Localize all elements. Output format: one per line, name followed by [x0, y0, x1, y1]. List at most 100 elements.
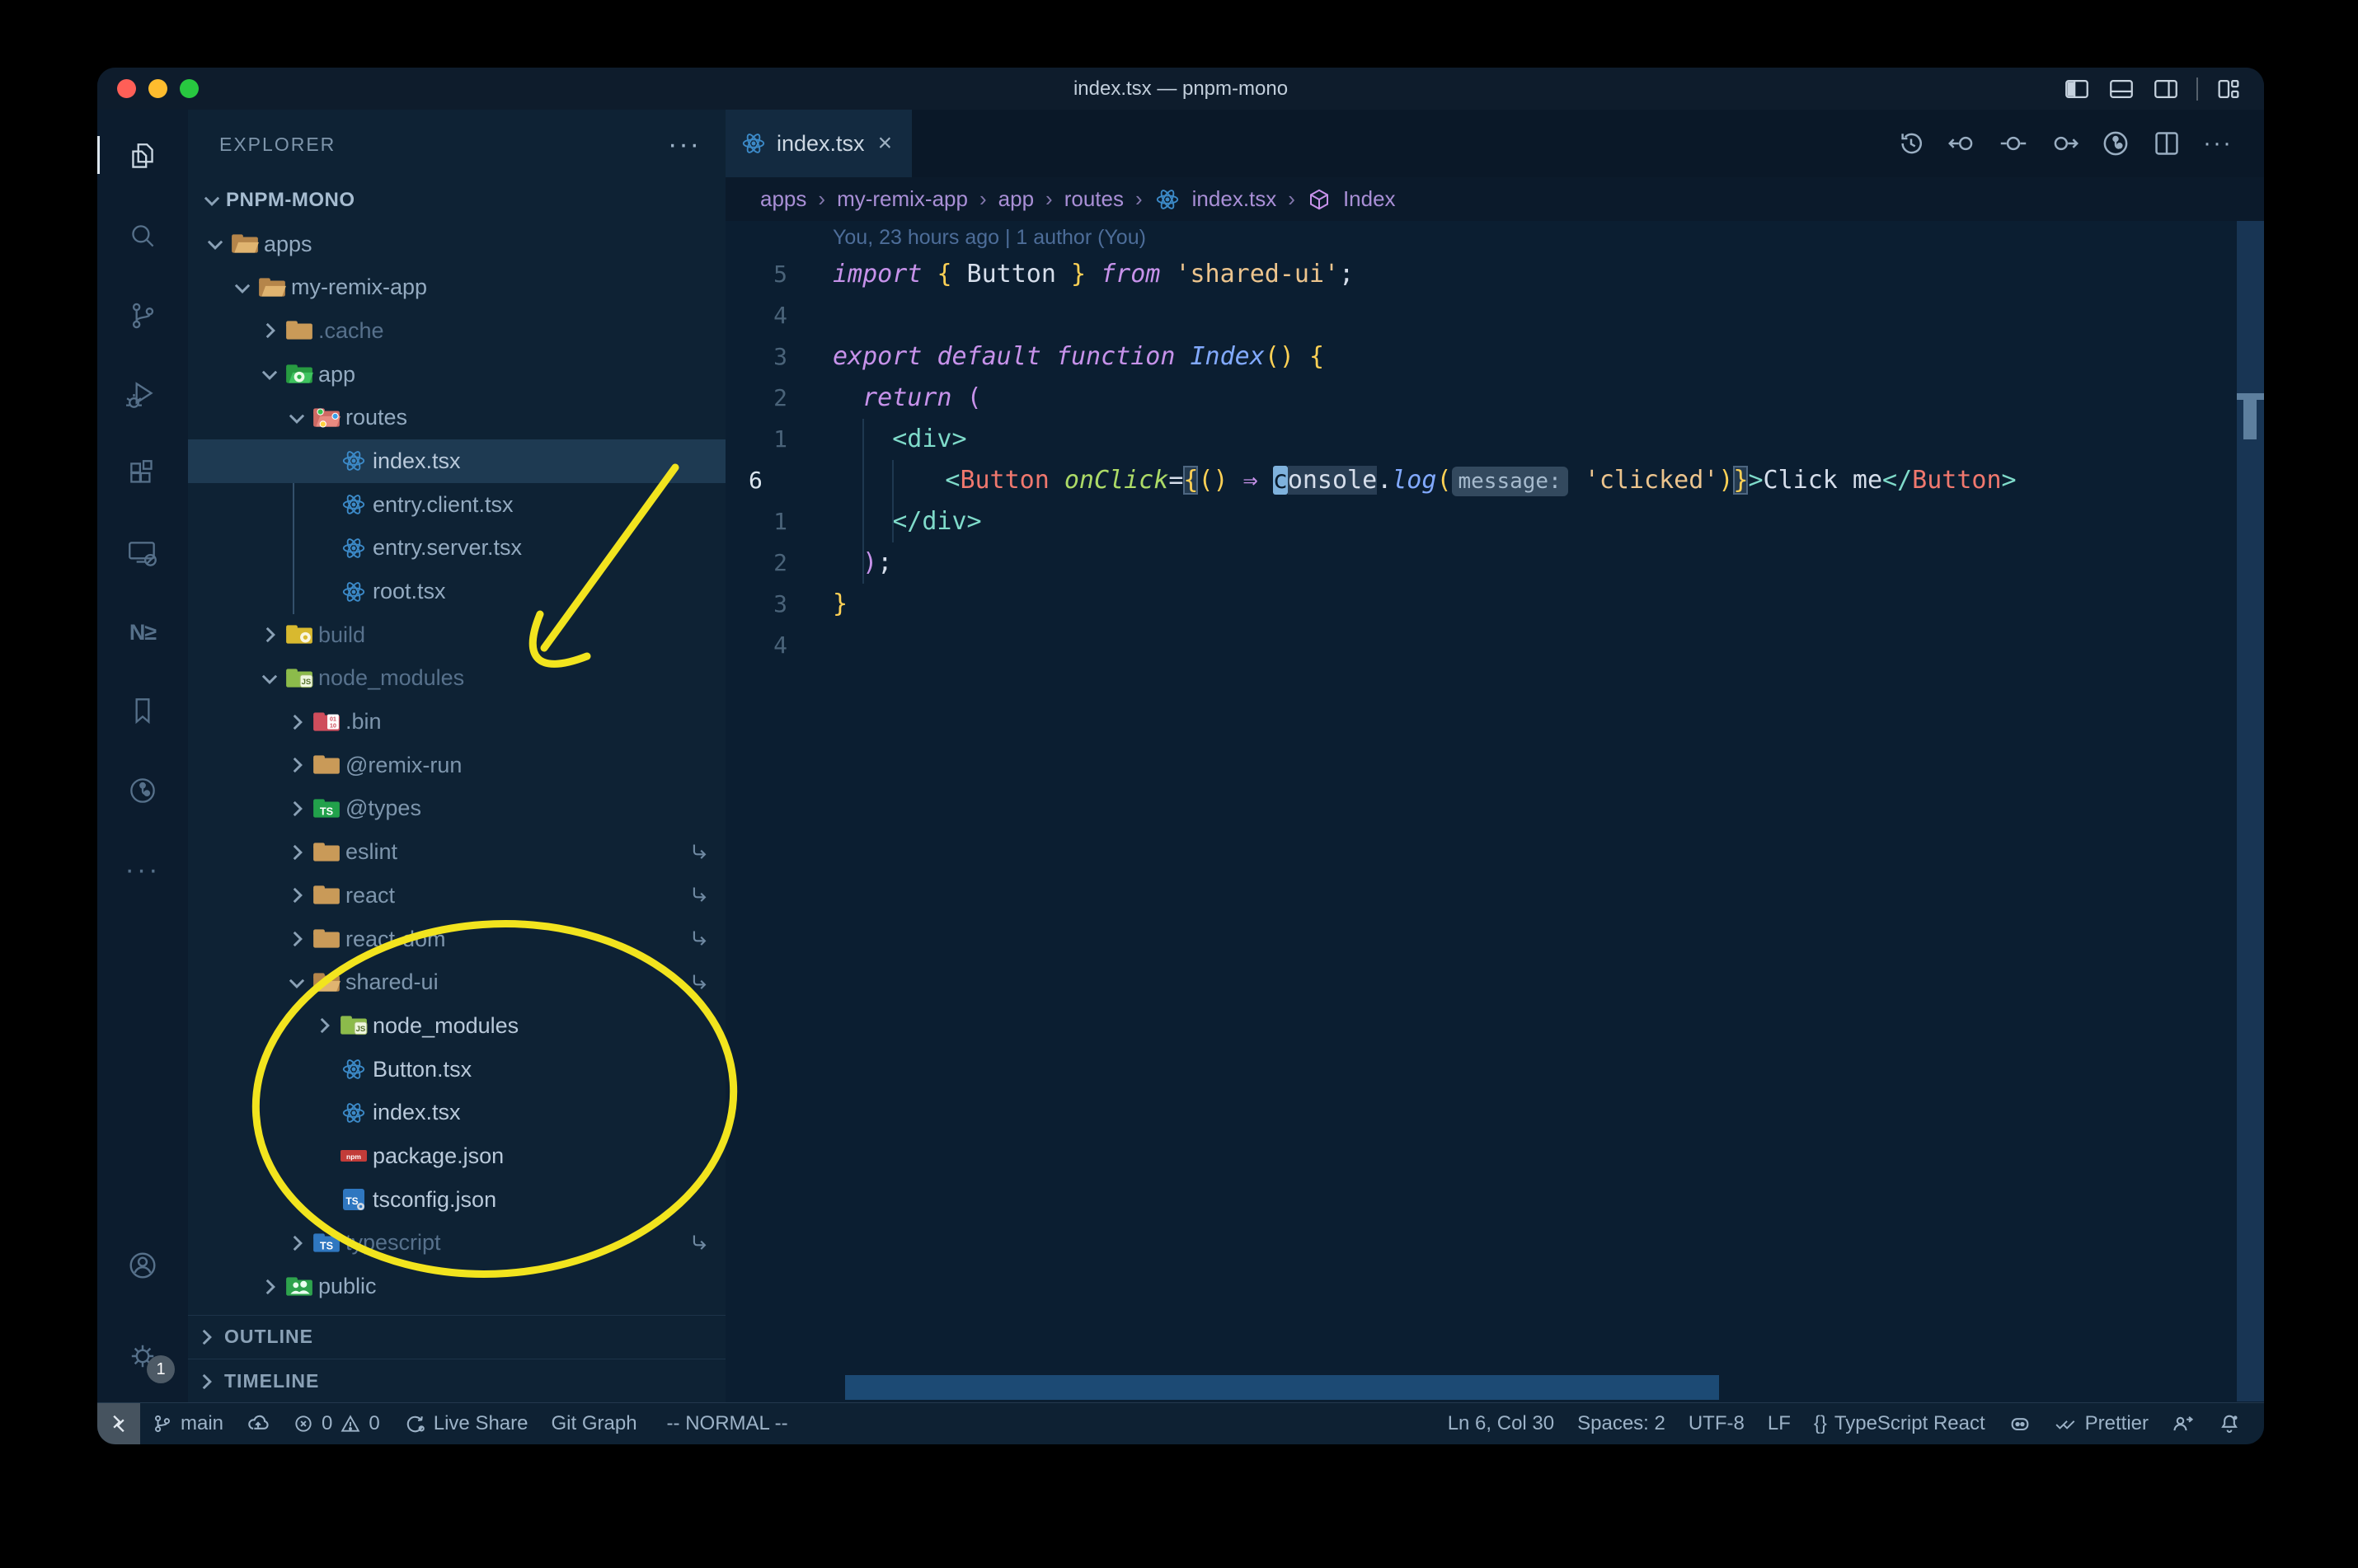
git-graph-button[interactable]: Git Graph	[540, 1403, 649, 1444]
accounts-icon[interactable]	[97, 1230, 188, 1301]
tree-item-button-tsx[interactable]: Button.tsx	[188, 1048, 726, 1091]
tree-item-public[interactable]: public	[188, 1265, 726, 1308]
editor-more-actions-icon[interactable]: ···	[2203, 129, 2233, 157]
tree-item-my-remix-app[interactable]: my-remix-app	[188, 265, 726, 309]
breadcrumb-item[interactable]: index.tsx	[1192, 186, 1277, 212]
svg-text:JS: JS	[356, 1025, 366, 1034]
tree-item-react-dom[interactable]: react-dom	[188, 918, 726, 961]
toggle-secondary-sidebar-icon[interactable]	[2152, 75, 2180, 103]
code-line[interactable]: 2 return (	[726, 378, 2264, 419]
nx-console-icon[interactable]: N≥	[97, 593, 188, 672]
tsconfig-icon: TS	[336, 1187, 371, 1212]
tree-item--types[interactable]: TS @types	[188, 787, 726, 831]
sync-changes-button[interactable]	[235, 1403, 281, 1444]
notifications-bell-icon[interactable]	[2206, 1403, 2252, 1444]
outline-section-header[interactable]: OUTLINE	[188, 1314, 726, 1359]
code-line[interactable]: 4	[726, 625, 2264, 666]
breadcrumb-item[interactable]: my-remix-app	[837, 186, 968, 212]
tab-close-icon[interactable]: ×	[878, 129, 893, 157]
encoding-indicator[interactable]: UTF-8	[1677, 1403, 1756, 1444]
explorer-icon[interactable]	[97, 118, 188, 197]
nav-current-icon[interactable]	[1999, 129, 2028, 158]
tree-item-shared-ui[interactable]: shared-ui	[188, 960, 726, 1004]
problems-indicator[interactable]: 0 0	[281, 1403, 392, 1444]
gitlens-icon[interactable]	[97, 751, 188, 830]
git-branch-indicator[interactable]: main	[140, 1403, 235, 1444]
cursor-position-indicator[interactable]: Ln 6, Col 30	[1436, 1403, 1566, 1444]
eol-indicator[interactable]: LF	[1756, 1403, 1802, 1444]
npm-icon: npm	[336, 1147, 371, 1165]
tree-item-tsconfig-json[interactable]: TS tsconfig.json	[188, 1178, 726, 1222]
extensions-icon[interactable]	[97, 434, 188, 514]
breadcrumb-item[interactable]: apps	[760, 186, 806, 212]
code-line[interactable]: 5 import { Button } from 'shared-ui';	[726, 254, 2264, 295]
tree-item-build[interactable]: build	[188, 613, 726, 657]
indentation-indicator[interactable]: Spaces: 2	[1566, 1403, 1677, 1444]
split-editor-icon[interactable]	[2152, 129, 2182, 158]
bookmarks-icon[interactable]	[97, 672, 188, 751]
code-text: </div>	[892, 507, 982, 536]
live-share-button[interactable]: Live Share	[392, 1403, 540, 1444]
prettier-indicator[interactable]: Prettier	[2043, 1403, 2160, 1444]
tree-item-apps[interactable]: apps	[188, 223, 726, 266]
nav-forward-icon[interactable]	[2050, 129, 2079, 158]
search-icon[interactable]	[97, 197, 188, 276]
vscode-window: index.tsx — pnpm-mono N≥ ··· 1 EXPLORER …	[97, 68, 2264, 1444]
breadcrumb-item[interactable]: app	[998, 186, 1034, 212]
remote-indicator[interactable]	[97, 1403, 140, 1444]
timeline-section-header[interactable]: TIMELINE	[188, 1359, 726, 1403]
more-views-icon[interactable]: ···	[97, 830, 188, 909]
explorer-more-actions-icon[interactable]: ···	[668, 130, 701, 158]
tree-item-routes[interactable]: routes	[188, 396, 726, 439]
code-editor[interactable]: You, 23 hours ago | 1 author (You) 5 impo…	[726, 221, 2264, 1403]
tree-item-entry-client-tsx[interactable]: entry.client.tsx	[188, 483, 726, 527]
code-text: );	[862, 548, 893, 577]
code-line[interactable]: 2 );	[726, 542, 2264, 584]
folder-ts-icon: TS	[309, 1231, 344, 1256]
tree-item--cache[interactable]: .cache	[188, 309, 726, 353]
toggle-sidebar-icon[interactable]	[2063, 75, 2091, 103]
code-line-current[interactable]: 6 <Button onClick={() ⇒ console.log(mess…	[726, 460, 2264, 501]
breadcrumb-item[interactable]: routes	[1064, 186, 1124, 212]
settings-gear-icon[interactable]: 1	[97, 1321, 188, 1392]
tree-item--remix-run[interactable]: @remix-run	[188, 744, 726, 787]
tree-item-typescript[interactable]: TS typescript	[188, 1222, 726, 1265]
breadcrumb-item[interactable]: Index	[1343, 186, 1396, 212]
explorer-header-label: EXPLORER	[219, 133, 336, 155]
code-line[interactable]: 3 export default function Index() {	[726, 336, 2264, 378]
chevron-down-icon	[257, 668, 282, 689]
code-line[interactable]: 1 </div>	[726, 501, 2264, 542]
language-mode-indicator[interactable]: {} TypeScript React	[1802, 1403, 1997, 1444]
folder-open-icon	[309, 970, 344, 995]
tree-item-label: my-remix-app	[291, 275, 428, 300]
tab-index-tsx[interactable]: index.tsx ×	[726, 110, 912, 177]
tree-item-package-json[interactable]: npm package.json	[188, 1134, 726, 1178]
live-share-contact-icon[interactable]	[2160, 1403, 2206, 1444]
tree-item-index-tsx[interactable]: index.tsx	[188, 1091, 726, 1134]
nav-back-icon[interactable]	[1947, 129, 1977, 158]
timeline-history-icon[interactable]	[1896, 129, 1926, 158]
copilot-indicator[interactable]	[1997, 1403, 2043, 1444]
tree-item-root-tsx[interactable]: root.tsx	[188, 570, 726, 613]
toggle-panel-icon[interactable]	[2107, 75, 2135, 103]
tree-item-react[interactable]: react	[188, 874, 726, 918]
code-line[interactable]: 4	[726, 295, 2264, 336]
tree-item-node-modules[interactable]: JS node_modules	[188, 657, 726, 701]
horizontal-scrollbar[interactable]	[845, 1375, 1719, 1400]
tree-item--bin[interactable]: 01 10 .bin	[188, 700, 726, 744]
tree-root-pnpm-mono[interactable]: PNPM-MONO	[188, 179, 726, 223]
tree-item-eslint[interactable]: eslint	[188, 830, 726, 874]
gitlens-graph-icon[interactable]	[2101, 129, 2130, 158]
tree-item-index-tsx[interactable]: index.tsx	[188, 439, 726, 483]
source-control-icon[interactable]	[97, 276, 188, 355]
run-debug-icon[interactable]	[97, 355, 188, 434]
tree-item-label: node_modules	[373, 1012, 519, 1038]
remote-explorer-icon[interactable]	[97, 514, 188, 593]
tree-item-app[interactable]: app	[188, 353, 726, 397]
code-line[interactable]: 3}	[726, 584, 2264, 625]
react-file-icon	[740, 130, 767, 157]
tree-item-entry-server-tsx[interactable]: entry.server.tsx	[188, 527, 726, 570]
code-line[interactable]: 1 <div>	[726, 419, 2264, 460]
tree-item-node-modules[interactable]: JS node_modules	[188, 1004, 726, 1048]
customize-layout-icon[interactable]	[2215, 75, 2243, 103]
